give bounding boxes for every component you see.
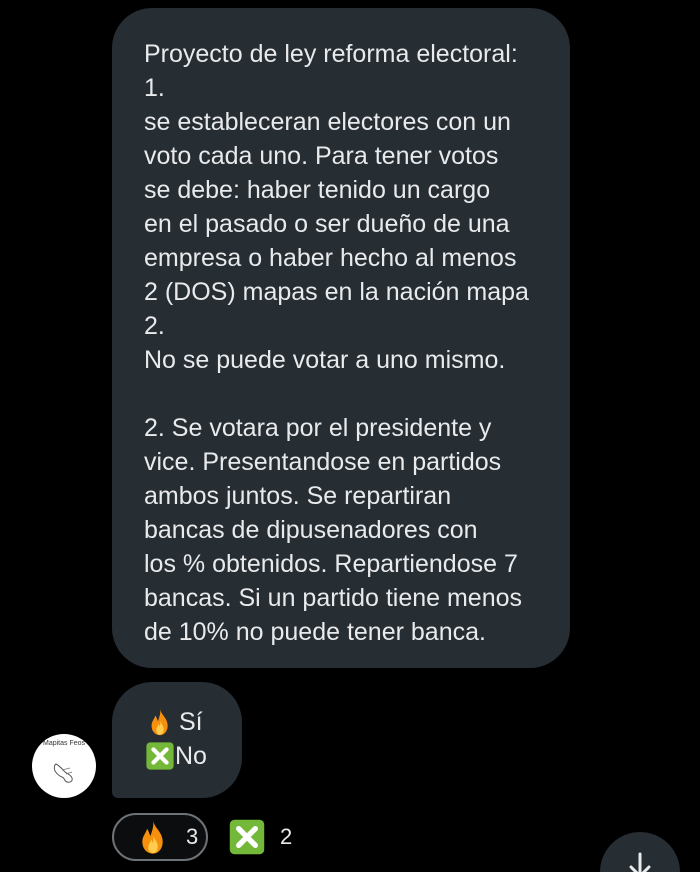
message-line: de 10% no puede tener banca.: [144, 618, 486, 646]
message-line: bancas de dipusenadores con: [144, 516, 478, 544]
message-line: ambos juntos. Se repartiran: [144, 482, 452, 510]
poll-message-bubble[interactable]: Sí No: [112, 682, 242, 798]
message-line: 1.: [144, 74, 165, 102]
message-line: se estableceran electores con un: [144, 108, 511, 136]
reaction-fire-chip[interactable]: 3: [112, 813, 208, 861]
fire-icon: [145, 707, 175, 737]
message-line: Proyecto de ley reforma electoral:: [144, 40, 518, 68]
chat-screen: Proyecto de ley reforma electoral: 1. se…: [0, 0, 700, 872]
arrow-down-icon: [629, 852, 651, 872]
fire-icon: [134, 818, 172, 856]
poll-option-si: Sí: [145, 705, 242, 739]
poll-option-no: No: [145, 739, 242, 773]
poll-option-label: No: [175, 742, 207, 770]
cross-mark-button-icon: [145, 741, 175, 771]
message-line: vice. Presentandose en partidos: [144, 448, 502, 476]
message-line: 2 (DOS) mapas en la nación mapa: [144, 278, 529, 306]
message-bubble[interactable]: Proyecto de ley reforma electoral: 1. se…: [112, 8, 570, 668]
cross-mark-button-icon: [228, 818, 266, 856]
reaction-count: 3: [186, 824, 199, 849]
message-line: bancas. Si un partido tiene menos: [144, 584, 523, 612]
message-line: No se puede votar a uno mismo.: [144, 346, 506, 374]
map-sketch-icon: [53, 763, 73, 783]
scroll-to-bottom-button[interactable]: [600, 832, 680, 872]
message-line: se debe: haber tenido un cargo: [144, 176, 491, 204]
reaction-count: 2: [280, 824, 293, 849]
message-line: voto cada uno. Para tener votos: [144, 142, 499, 170]
avatar[interactable]: Mapitas Feos: [32, 734, 96, 798]
message-line: empresa o haber hecho al menos: [144, 244, 517, 272]
poll-option-label: Sí: [179, 708, 203, 736]
message-line: [144, 377, 550, 411]
message-line: los % obtenidos. Repartiendose 7: [144, 550, 518, 578]
reaction-cross-chip[interactable]: 2: [228, 813, 308, 861]
message-line: 2.: [144, 312, 165, 340]
message-line: 2. Se votara por el presidente y: [144, 414, 492, 442]
message-line: en el pasado o ser dueño de una: [144, 210, 510, 238]
